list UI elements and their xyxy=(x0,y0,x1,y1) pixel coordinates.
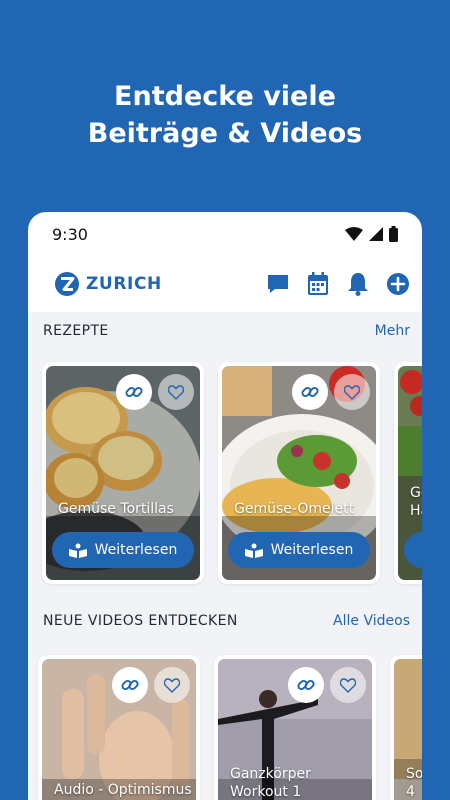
heart-icon xyxy=(344,384,360,400)
battery-icon xyxy=(389,226,398,242)
recipe-card[interactable]: Ge Hä xyxy=(394,362,422,584)
promo-headline-line1: Entdecke viele xyxy=(114,81,336,112)
promo-headline: Entdecke viele Beiträge & Videos xyxy=(0,78,450,152)
video-thumbnail: So 4 xyxy=(394,659,422,800)
recipe-title: Ge Hä xyxy=(410,485,422,519)
video-card[interactable]: So 4 xyxy=(390,655,422,800)
favorite-button[interactable] xyxy=(158,374,194,410)
book-icon xyxy=(68,543,87,558)
share-link-button[interactable] xyxy=(112,667,148,703)
favorite-button[interactable] xyxy=(334,374,370,410)
recipes-section-header: REZEPTE Mehr xyxy=(28,312,422,350)
share-link-button[interactable] xyxy=(288,667,324,703)
recipe-title: Gemüse Tortillas xyxy=(58,501,174,517)
home-content: REZEPTE Mehr Gemüse Tortillas Weiterlese… xyxy=(28,312,422,800)
recipe-card[interactable]: Gemüse-Omelett Weiterlesen xyxy=(218,362,380,584)
recipes-section-title: REZEPTE xyxy=(43,323,109,339)
phone-screen: 9:30 ZURICH REZEPTE Mehr Gemüse Tortilla… xyxy=(28,212,422,800)
video-title: Ganzkörper Workout 1 xyxy=(230,766,311,800)
videos-section-header: NEUE VIDEOS ENTDECKEN Alle Videos xyxy=(28,602,422,640)
recipes-more-link[interactable]: Mehr xyxy=(375,323,410,339)
share-link-button[interactable] xyxy=(116,374,152,410)
videos-all-link[interactable]: Alle Videos xyxy=(333,613,410,629)
read-more-label: Weiterlesen xyxy=(270,542,354,558)
status-icons xyxy=(345,226,398,242)
recipe-image: Gemüse-Omelett Weiterlesen xyxy=(222,366,376,580)
signal-icon xyxy=(369,227,383,241)
videos-section-title: NEUE VIDEOS ENTDECKEN xyxy=(43,613,238,629)
share-link-button[interactable] xyxy=(292,374,328,410)
link-icon xyxy=(121,679,139,691)
video-thumbnail: Ganzkörper Workout 1 xyxy=(218,659,372,800)
videos-carousel[interactable]: Audio - Optimismus 1 xyxy=(28,655,422,800)
app-toolbar xyxy=(265,272,410,297)
link-icon xyxy=(125,386,143,398)
link-icon xyxy=(297,679,315,691)
zurich-logo[interactable]: ZURICH xyxy=(54,271,162,297)
heart-icon xyxy=(340,677,356,693)
wifi-icon xyxy=(345,227,363,241)
video-thumbnail: Audio - Optimismus 1 xyxy=(42,659,196,800)
status-time: 9:30 xyxy=(52,224,88,244)
favorite-button[interactable] xyxy=(330,667,366,703)
recipe-image: Gemüse Tortillas Weiterlesen xyxy=(46,366,200,580)
recipes-carousel[interactable]: Gemüse Tortillas Weiterlesen Gemüse-Omel… xyxy=(28,362,422,584)
video-title: Audio - Optimismus 1 xyxy=(54,782,192,798)
add-circle-icon[interactable] xyxy=(385,272,410,297)
recipe-title: Gemüse-Omelett xyxy=(234,501,355,517)
brand-name: ZURICH xyxy=(86,274,162,294)
zurich-logo-mark xyxy=(55,272,79,296)
favorite-button[interactable] xyxy=(154,667,190,703)
promo-headline-line2: Beiträge & Videos xyxy=(87,118,363,149)
book-icon xyxy=(244,543,263,558)
heart-icon xyxy=(164,677,180,693)
status-bar: 9:30 xyxy=(28,212,422,256)
link-icon xyxy=(301,386,319,398)
app-bar: ZURICH xyxy=(28,256,422,312)
recipe-image: Ge Hä xyxy=(398,366,422,580)
read-more-button[interactable]: Weiterlesen xyxy=(52,532,194,568)
heart-icon xyxy=(168,384,184,400)
video-card[interactable]: Ganzkörper Workout 1 xyxy=(214,655,376,800)
read-more-button[interactable]: Weiterlesen xyxy=(228,532,370,568)
calendar-icon[interactable] xyxy=(305,272,330,297)
video-card[interactable]: Audio - Optimismus 1 xyxy=(38,655,200,800)
video-title: So 4 xyxy=(406,766,422,800)
chat-icon[interactable] xyxy=(265,272,290,297)
recipe-card[interactable]: Gemüse Tortillas Weiterlesen xyxy=(42,362,204,584)
read-more-label: Weiterlesen xyxy=(94,542,178,558)
bell-icon[interactable] xyxy=(345,272,370,297)
